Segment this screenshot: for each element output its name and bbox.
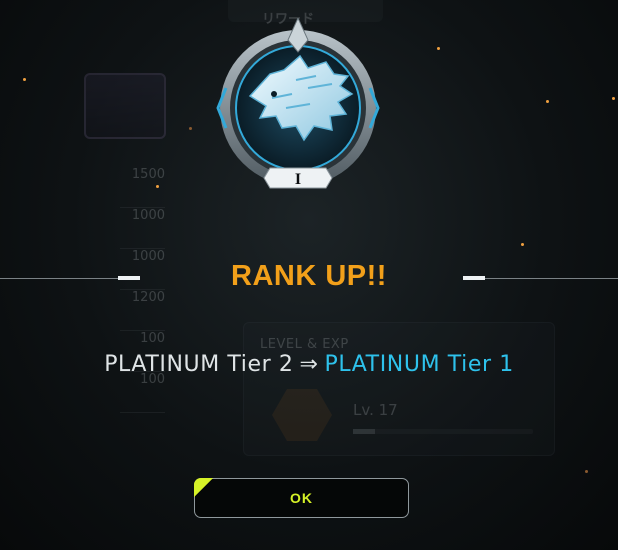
rank-arrow: ⇒	[299, 352, 319, 377]
exp-bar-fill	[353, 429, 375, 434]
previous-rank: PLATINUM Tier 2	[104, 352, 294, 377]
sparkle	[437, 47, 440, 50]
new-rank: PLATINUM Tier 1	[324, 352, 514, 377]
sparkle	[156, 185, 159, 188]
ok-button[interactable]: OK	[194, 478, 409, 518]
sparkle	[189, 127, 192, 130]
reward-value: 100	[120, 372, 165, 413]
reward-chest-image	[84, 73, 166, 139]
rank-change-text: PLATINUM Tier 2 ⇒ PLATINUM Tier 1	[0, 352, 618, 377]
sparkle	[585, 470, 588, 473]
tier-numeral: I	[295, 171, 301, 188]
reward-value: 1200	[120, 290, 165, 331]
rank-emblem: I	[216, 18, 380, 189]
sparkle	[546, 100, 549, 103]
exp-bar	[353, 429, 533, 434]
sparkle	[23, 78, 26, 81]
player-level: Lv. 17	[353, 401, 398, 419]
ok-button-label: OK	[290, 490, 313, 506]
reward-value: 1000	[120, 208, 165, 249]
level-section-title: LEVEL & EXP	[260, 337, 349, 352]
sparkle	[612, 97, 615, 100]
sparkle	[521, 243, 524, 246]
rank-up-heading: RANK UP!!	[231, 260, 387, 292]
